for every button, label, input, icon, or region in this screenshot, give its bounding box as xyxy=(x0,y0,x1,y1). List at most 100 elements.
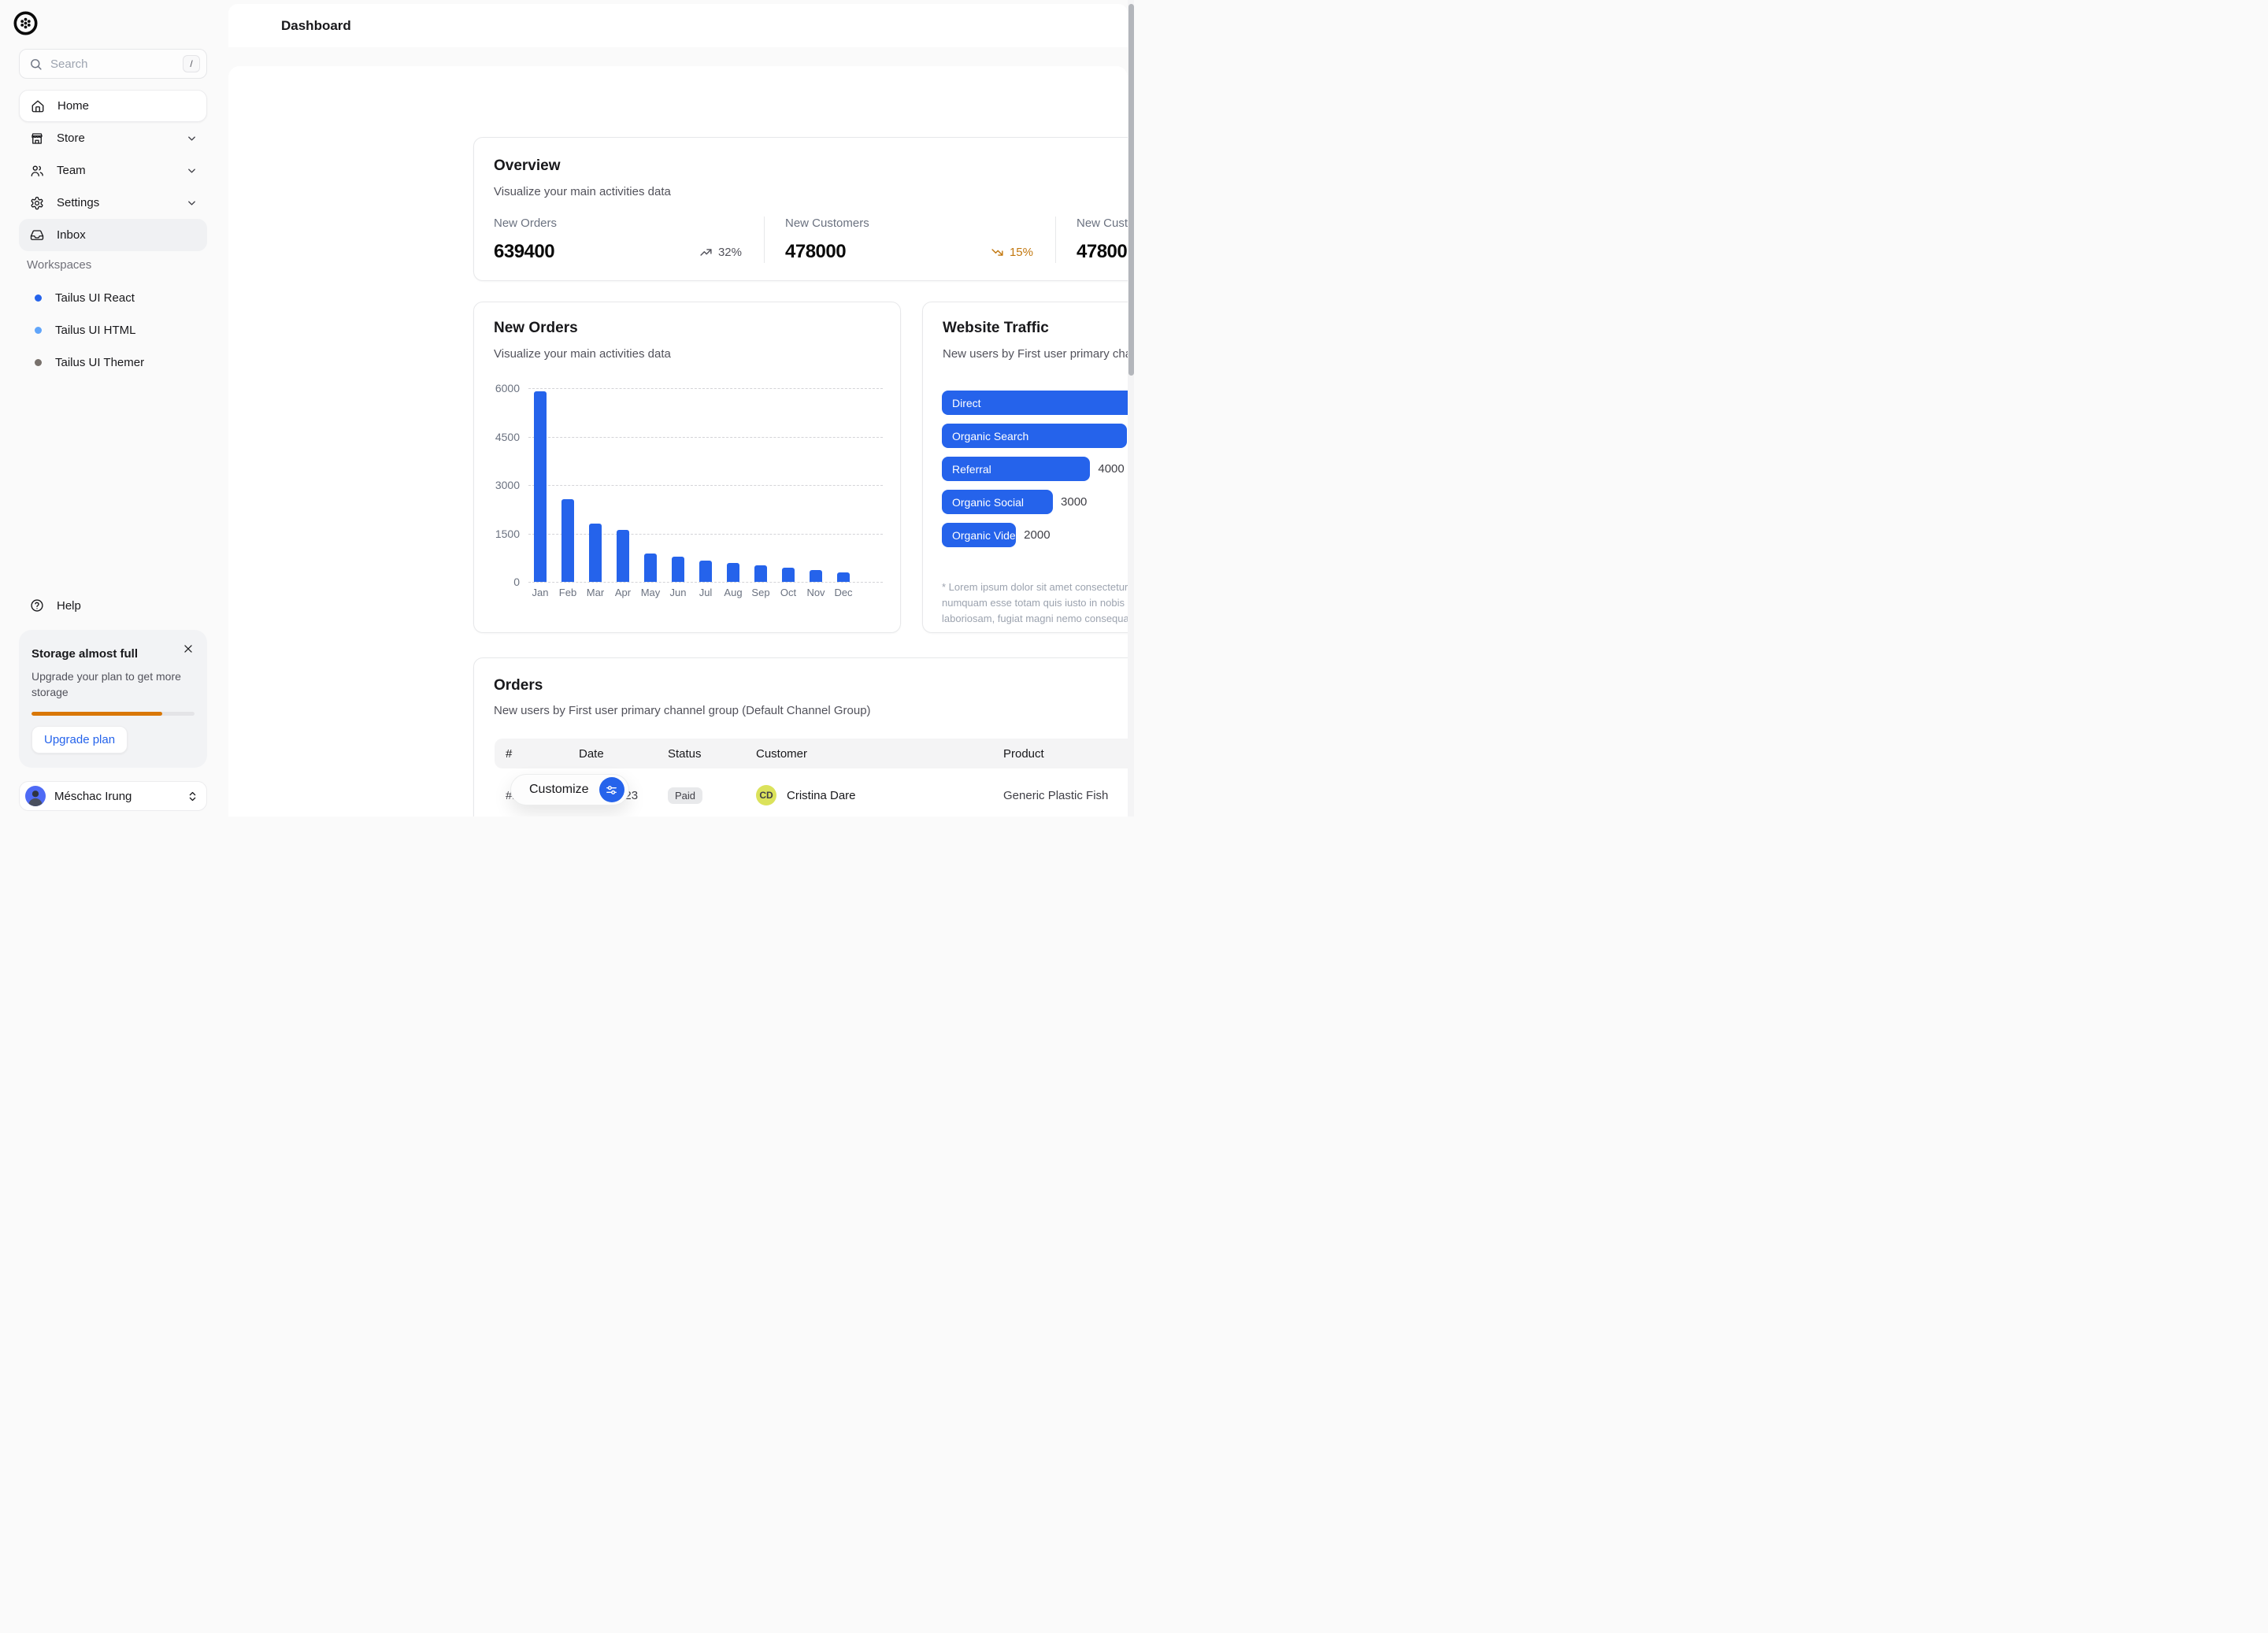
stat-new-customers-2: New Customers 478000 15% xyxy=(1055,217,1134,263)
column-header: Customer xyxy=(756,747,1003,761)
bar-jan xyxy=(534,391,547,582)
storage-alert-card: Storage almost full Upgrade your plan to… xyxy=(19,630,207,768)
customer-name: Cristina Dare xyxy=(787,789,856,802)
y-axis-tick-label: 0 xyxy=(474,576,520,588)
x-axis-tick-label: Jul xyxy=(691,587,720,598)
traffic-footnote: * Lorem ipsum dolor sit amet consectetur… xyxy=(942,580,1134,627)
chevron-down-icon xyxy=(186,132,198,144)
bar-dec xyxy=(837,572,850,582)
y-axis-tick-label: 4500 xyxy=(474,431,520,443)
top-header: Dashboard xyxy=(228,4,1128,47)
team-icon xyxy=(30,164,44,178)
workspace-item-tailus-ui-themer[interactable]: Tailus UI Themer xyxy=(19,346,207,379)
workspace-label: Tailus UI Themer xyxy=(55,356,144,369)
bar-sep xyxy=(754,565,767,582)
storage-progress-fill xyxy=(32,712,162,716)
traffic-bar-label: Organic Search xyxy=(952,430,1028,443)
customize-button[interactable]: Customize xyxy=(510,774,629,805)
x-axis-tick-label: Dec xyxy=(829,587,858,598)
sidebar-item-inbox[interactable]: Inbox xyxy=(19,219,207,251)
close-icon[interactable] xyxy=(179,639,198,658)
bar-feb xyxy=(561,499,574,582)
customize-label: Customize xyxy=(529,783,589,797)
traffic-bar-referral: Referral xyxy=(942,457,1090,481)
stat-label: New Customers xyxy=(785,217,1033,230)
upgrade-plan-button[interactable]: Upgrade plan xyxy=(32,726,128,754)
workspace-label: Tailus UI HTML xyxy=(55,324,136,337)
sidebar-item-label: Settings xyxy=(57,196,99,209)
traffic-bar-label: Organic Social xyxy=(952,496,1024,509)
x-axis-tick-label: Oct xyxy=(774,587,802,598)
traffic-bar-value: 4000 xyxy=(1098,462,1124,476)
orders-table-header: #DateStatusCustomerProductRevenue xyxy=(495,739,1134,768)
stat-value: 478000 xyxy=(785,241,846,263)
sidebar-item-label: Team xyxy=(57,164,86,177)
new-orders-card: New Orders Visualize your main activitie… xyxy=(473,302,901,633)
workspace-item-tailus-ui-html[interactable]: Tailus UI HTML xyxy=(19,314,207,346)
x-axis-tick-label: Sep xyxy=(747,587,775,598)
customer-cell: CDCristina Dare xyxy=(756,785,1003,805)
orders-title: Orders xyxy=(494,677,543,694)
storage-title: Storage almost full xyxy=(32,647,195,661)
scrollbar-track xyxy=(1128,0,1134,816)
storage-description: Upgrade your plan to get more storage xyxy=(32,668,189,701)
x-axis-tick-label: Jan xyxy=(526,587,554,598)
sidebar-item-help[interactable]: Help xyxy=(19,590,207,621)
workspace-dot-icon xyxy=(35,294,42,302)
trend-up-icon xyxy=(699,246,713,259)
traffic-row: Organic Video2000 xyxy=(942,523,1134,547)
workspace-item-tailus-ui-react[interactable]: Tailus UI React xyxy=(19,282,207,314)
column-header: # xyxy=(506,747,579,761)
stat-trend: 15% xyxy=(991,246,1033,259)
sidebar-item-store[interactable]: Store xyxy=(19,122,207,154)
gridline xyxy=(528,485,883,486)
gridline xyxy=(528,582,883,583)
workspaces-list: Tailus UI React Tailus UI HTML Tailus UI… xyxy=(19,282,207,379)
home-icon xyxy=(31,99,45,113)
chevrons-up-down-icon xyxy=(187,791,198,802)
search-box: / xyxy=(19,49,207,79)
website-traffic-chart: Direct9000Organic Search5000Referral4000… xyxy=(942,391,1134,556)
bar-nov xyxy=(810,570,822,582)
sidebar-item-team[interactable]: Team xyxy=(19,154,207,187)
bar-aug xyxy=(727,563,739,582)
app-logo-icon[interactable] xyxy=(13,10,39,36)
website-traffic-card: Website Traffic New users by First user … xyxy=(922,302,1134,633)
traffic-row: Organic Social 3000 xyxy=(942,490,1134,514)
gear-icon xyxy=(30,196,44,210)
sidebar-item-home[interactable]: Home xyxy=(19,90,207,122)
product-name: Generic Plastic Fish xyxy=(1003,789,1134,802)
search-icon xyxy=(29,57,43,71)
overview-card: Overview Visualize your main activities … xyxy=(473,137,1134,281)
scrollbar-thumb[interactable] xyxy=(1128,4,1134,376)
sidebar-item-settings[interactable]: Settings xyxy=(19,187,207,219)
bar-jul xyxy=(699,561,712,582)
orders-subtitle: New users by First user primary channel … xyxy=(494,704,871,717)
help-icon xyxy=(30,598,44,613)
x-axis-tick-label: May xyxy=(636,587,665,598)
traffic-bar-value: 3000 xyxy=(1061,495,1087,509)
stat-value: 639400 xyxy=(494,241,554,263)
y-axis-tick-label: 6000 xyxy=(474,382,520,394)
sidebar-item-label: Inbox xyxy=(57,228,86,242)
stat-label: New Customers xyxy=(1077,217,1134,230)
column-header: Product xyxy=(1003,747,1134,761)
inbox-icon xyxy=(30,228,44,243)
storage-progress-bar xyxy=(32,712,195,716)
gridline xyxy=(528,437,883,438)
traffic-bar-direct: Direct xyxy=(942,391,1134,415)
overview-stats: New Orders 639400 32% New Customers xyxy=(474,217,1134,263)
trend-down-icon xyxy=(991,246,1004,259)
bar-may xyxy=(644,554,657,582)
user-menu[interactable]: Méschac Irung xyxy=(19,781,207,811)
page-title: Dashboard xyxy=(281,18,351,34)
x-axis-tick-label: Feb xyxy=(554,587,582,598)
traffic-bar-label: Direct xyxy=(952,397,981,409)
user-name: Méschac Irung xyxy=(54,790,187,803)
bar-oct xyxy=(782,568,795,582)
bar-apr xyxy=(617,530,629,582)
column-header: Date xyxy=(579,747,668,761)
sidebar-item-label: Store xyxy=(57,131,85,145)
website-traffic-subtitle: New users by First user primary channel … xyxy=(943,347,1134,361)
search-input[interactable] xyxy=(50,57,183,71)
